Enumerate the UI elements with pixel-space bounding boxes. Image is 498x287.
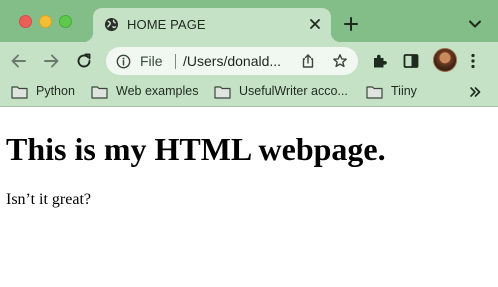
globe-icon	[104, 17, 119, 32]
profile-avatar[interactable]	[433, 48, 457, 72]
bookmark-label: UsefulWriter acco...	[239, 84, 348, 98]
zoom-window-button[interactable]	[59, 15, 72, 28]
page-heading: This is my HTML webpage.	[6, 131, 386, 167]
page-content: This is my HTML webpage. Isn’t it great?	[0, 107, 498, 287]
bookmark-star-icon[interactable]	[332, 53, 348, 69]
side-panel-icon[interactable]	[401, 51, 421, 71]
url-scheme-label: File	[140, 53, 163, 69]
minimize-window-button[interactable]	[39, 15, 52, 28]
reload-icon[interactable]	[74, 51, 94, 71]
page-paragraph: Isn’t it great?	[6, 191, 92, 208]
browser-toolbar: File /Users/donald...	[0, 42, 498, 78]
bookmark-label: Web examples	[116, 84, 199, 98]
window-titlebar: HOME PAGE	[0, 0, 498, 42]
folder-icon	[11, 86, 28, 99]
chevron-down-icon[interactable]	[467, 17, 483, 31]
folder-icon	[214, 86, 231, 99]
bookmarks-bar: Python Web examples UsefulWriter acco...…	[0, 78, 498, 107]
bookmark-label: Tiiny	[391, 84, 417, 98]
close-tab-icon[interactable]	[308, 17, 322, 31]
url-text[interactable]: /Users/donald...	[183, 53, 281, 69]
more-vertical-icon[interactable]	[463, 51, 483, 71]
folder-icon	[91, 86, 108, 99]
back-arrow-icon[interactable]	[9, 51, 29, 71]
share-icon[interactable]	[300, 53, 316, 69]
info-icon[interactable]	[116, 54, 131, 69]
chevron-double-right-icon[interactable]	[469, 86, 481, 98]
active-tab[interactable]: HOME PAGE	[83, 8, 341, 42]
forward-arrow-icon[interactable]	[41, 51, 61, 71]
address-bar[interactable]: File /Users/donald...	[106, 47, 358, 75]
tab-title: HOME PAGE	[127, 17, 206, 32]
bookmark-label: Python	[36, 84, 75, 98]
extensions-puzzle-icon[interactable]	[370, 51, 390, 71]
omnibox-divider	[175, 54, 176, 69]
close-window-button[interactable]	[19, 15, 32, 28]
new-tab-icon[interactable]	[343, 16, 359, 32]
folder-icon	[366, 86, 383, 99]
